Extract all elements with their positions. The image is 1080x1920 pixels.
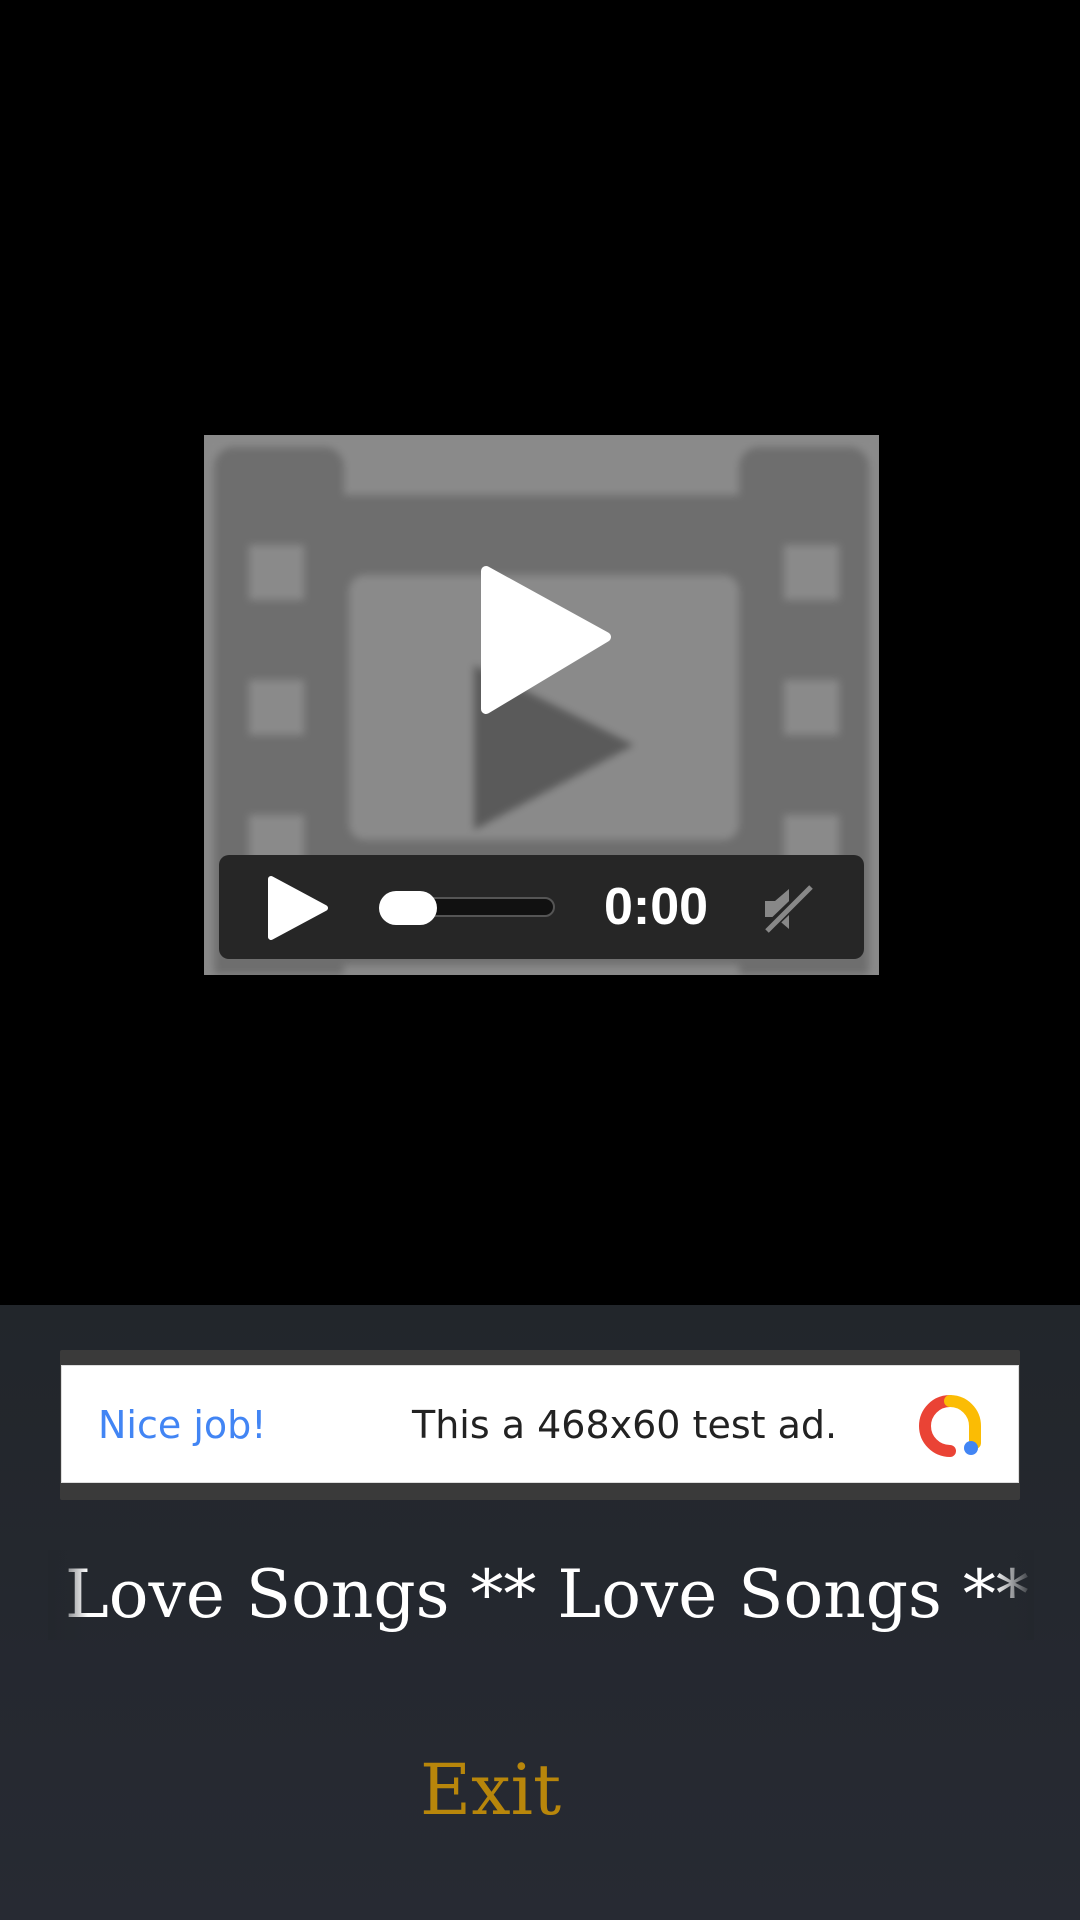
big-play-icon[interactable] [474,565,614,715]
video-player[interactable]: 0:00 [204,435,879,975]
marquee-fade-right [994,1550,1034,1640]
muted-speaker-icon[interactable] [759,881,817,937]
song-title-marquee: ** Love Songs ** Love Songs ** Love Song… [48,1550,1034,1640]
exit-button[interactable]: Exit [420,1740,561,1840]
marquee-text: ** Love Songs ** Love Songs ** Love Song… [48,1556,1034,1633]
google-ads-icon [919,1395,981,1457]
video-area: 0:00 [0,0,1080,1305]
ad-headline: Nice job! [98,1403,267,1447]
seek-thumb[interactable] [379,891,437,925]
time-display: 0:00 [604,878,709,936]
ad-text: This a 468x60 test ad. [412,1403,838,1447]
ad-banner[interactable]: Nice job! This a 468x60 test ad. [61,1365,1019,1483]
player-controls: 0:00 [219,855,864,959]
marquee-fade-left [48,1550,88,1640]
play-icon[interactable] [265,875,329,941]
